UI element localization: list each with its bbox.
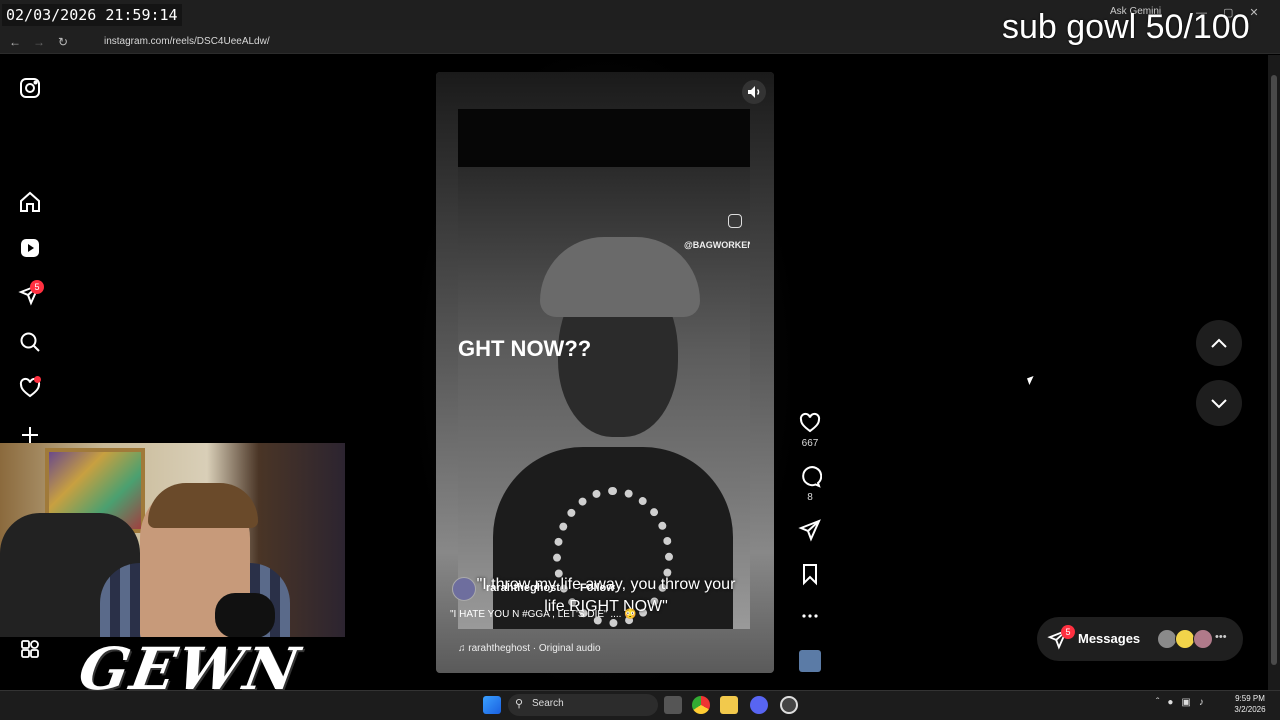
instagram-watermark-icon — [728, 214, 742, 228]
music-note-icon: ♫ — [458, 643, 469, 654]
reel-video[interactable]: @BAGWORKENT GHT NOW?? "I throw my life a… — [458, 109, 750, 629]
video-frame — [458, 167, 750, 629]
webcam-microphone — [215, 593, 275, 637]
instagram-logo-icon[interactable] — [18, 76, 42, 100]
forward-icon[interactable]: → — [32, 35, 46, 49]
app-icon[interactable] — [780, 696, 798, 714]
file-explorer-icon[interactable] — [720, 696, 738, 714]
video-cap — [540, 237, 700, 317]
sub-goal-overlay: sub gowl 50/100 — [1002, 8, 1250, 46]
discord-icon[interactable] — [750, 696, 768, 714]
reels-icon[interactable] — [18, 236, 42, 260]
messages-badge: 5 — [30, 280, 44, 294]
task-view-icon[interactable] — [664, 696, 682, 714]
messages-pill-badge: 5 — [1061, 625, 1075, 639]
follow-button[interactable]: Follow — [580, 582, 615, 594]
follow-separator: · — [572, 582, 576, 594]
message-avatar — [1157, 629, 1177, 649]
more-apps-icon[interactable] — [18, 637, 42, 661]
author-avatar[interactable] — [452, 577, 476, 601]
speaker-icon — [748, 86, 760, 98]
next-reel-button[interactable] — [1196, 380, 1242, 426]
taskbar-search[interactable] — [508, 694, 658, 716]
reload-icon[interactable]: ↻ — [56, 35, 70, 49]
author-name[interactable]: rarahtheghost — [486, 582, 560, 594]
like-count: 667 — [801, 438, 819, 449]
video-letterbox — [458, 109, 750, 167]
comment-count: 8 — [807, 492, 813, 503]
audio-thumbnail[interactable] — [799, 650, 821, 672]
webcam-hair — [148, 483, 258, 528]
more-dots-icon: ••• — [1215, 631, 1227, 643]
notifications-dot — [34, 376, 41, 383]
previous-reel-button[interactable] — [1196, 320, 1242, 366]
clock-time: 9:59 PM — [1235, 694, 1265, 703]
url-field[interactable]: instagram.com/reels/DSC4UeeALdw/ — [84, 32, 984, 52]
video-watermark: @BAGWORKENT — [684, 240, 750, 250]
windows-start-icon[interactable] — [483, 696, 501, 714]
message-avatar — [1175, 629, 1195, 649]
comment-icon[interactable] — [798, 465, 823, 489]
save-bookmark-icon[interactable] — [798, 562, 822, 586]
streamer-webcam — [0, 443, 345, 637]
back-icon[interactable]: ← — [8, 35, 22, 49]
home-icon[interactable] — [18, 190, 42, 214]
stream-timestamp: 02/03/2026 21:59:14 — [2, 4, 182, 26]
video-caption: GHT NOW?? — [458, 336, 592, 361]
messages-panel-button[interactable]: 5 Messages ••• — [1037, 617, 1243, 661]
direct-messages-icon[interactable]: 5 — [18, 280, 44, 306]
system-tray-icons[interactable]: ˆ●▣♪ — [1156, 697, 1212, 708]
messages-label: Messages — [1078, 631, 1141, 646]
reel-caption[interactable]: "I HATE YOU N #GGA , LET'S DIE" .... 😳 — [450, 609, 637, 620]
scrollbar-thumb[interactable] — [1271, 75, 1277, 665]
more-options-icon[interactable] — [798, 604, 822, 628]
chevron-up-icon — [1211, 338, 1227, 348]
reel-player[interactable]: @BAGWORKENT GHT NOW?? "I throw my life a… — [436, 72, 774, 673]
clock-date: 3/2/2026 — [1234, 705, 1266, 714]
like-heart-icon[interactable] — [798, 411, 822, 435]
taskbar-search-icon: ⚲ — [515, 698, 524, 710]
taskbar-search-label: Search — [532, 698, 564, 709]
taskbar-clock[interactable]: 9:59 PM 3/2/2026 — [1226, 693, 1274, 715]
reel-audio[interactable]: ♫ rarahtheghost · Original audio — [458, 643, 601, 654]
message-avatar — [1193, 629, 1213, 649]
share-icon[interactable] — [798, 518, 822, 542]
sound-toggle-button[interactable] — [742, 80, 766, 104]
notifications-heart-icon[interactable] — [18, 376, 42, 400]
chevron-down-icon — [1211, 399, 1227, 409]
search-icon[interactable] — [18, 330, 42, 354]
audio-label: rarahtheghost · Original audio — [468, 643, 601, 654]
chrome-icon[interactable] — [692, 696, 710, 714]
